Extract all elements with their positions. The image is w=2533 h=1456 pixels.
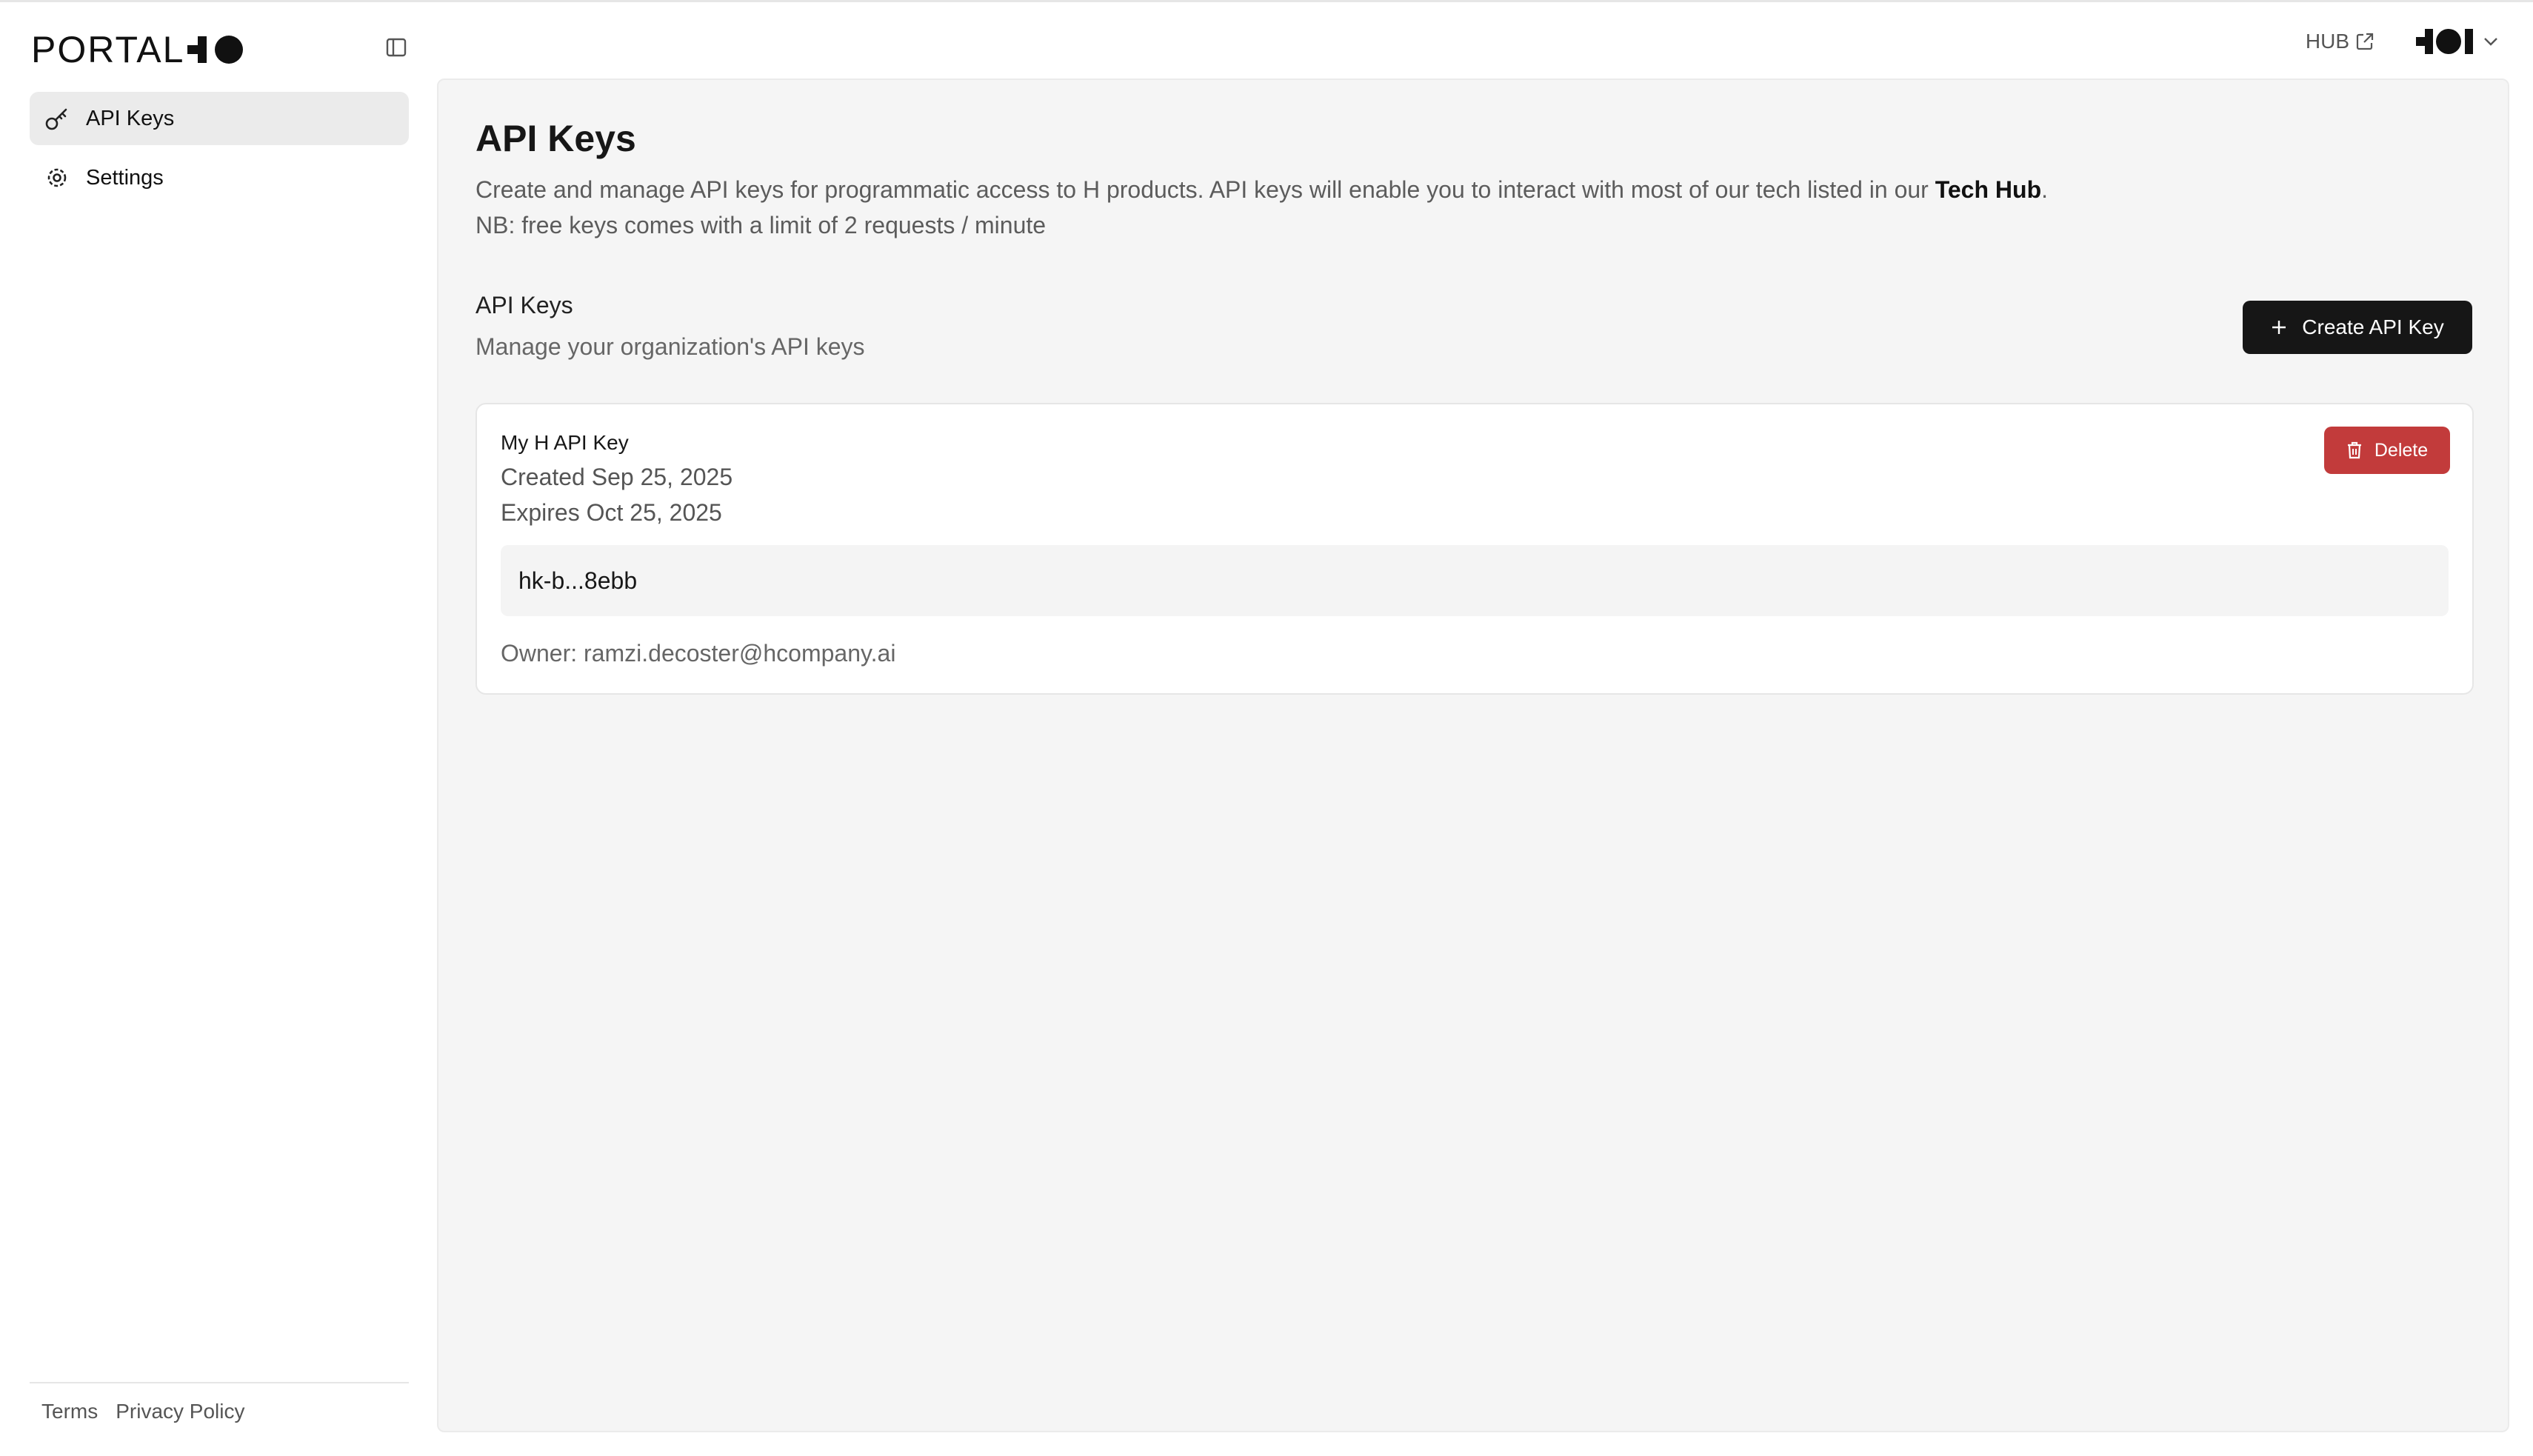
external-link-icon — [2356, 33, 2374, 50]
create-api-key-button[interactable]: Create API Key — [2243, 301, 2472, 354]
brand-wordmark: PORTAL — [31, 29, 185, 70]
api-key-masked-value: hk-b...8ebb — [518, 567, 638, 594]
hub-link[interactable]: HUB — [2306, 30, 2375, 53]
delete-label: Delete — [2374, 439, 2429, 461]
gear-icon — [43, 164, 71, 192]
h-logo-icon — [187, 36, 244, 64]
description-suffix: . — [2041, 176, 2048, 203]
api-key-owner: Owner: ramzi.decoster@hcompany.ai — [501, 640, 896, 667]
h-company-logo-icon — [2416, 29, 2473, 54]
delete-api-key-button[interactable]: Delete — [2324, 427, 2450, 474]
api-key-created-date: Created Sep 25, 2025 — [501, 464, 733, 490]
api-key-expiry-date: Expires Oct 25, 2025 — [501, 499, 722, 526]
page-description: Create and manage API keys for programma… — [475, 172, 2475, 243]
api-key-card: My H API Key Created Sep 25, 2025 Expire… — [475, 403, 2474, 695]
sidebar-panel-icon — [386, 38, 407, 57]
brand-logo[interactable]: PORTAL — [31, 30, 245, 70]
api-key-name: My H API Key — [501, 431, 629, 454]
api-key-value[interactable]: hk-b...8ebb — [501, 545, 2449, 616]
hub-label: HUB — [2305, 30, 2349, 53]
section-title: API Keys — [475, 292, 573, 318]
sidebar-nav: API Keys Settings — [30, 92, 409, 210]
sidebar-item-label: API Keys — [86, 106, 175, 130]
description-text: Create and manage API keys for programma… — [475, 176, 1935, 203]
rate-limit-note: NB: free keys comes with a limit of 2 re… — [475, 212, 1047, 238]
sidebar-item-settings[interactable]: Settings — [30, 151, 409, 204]
sidebar-toggle-button[interactable] — [379, 33, 413, 62]
create-api-key-label: Create API Key — [2302, 315, 2444, 338]
sidebar-item-api-keys[interactable]: API Keys — [30, 92, 409, 145]
page-title: API Keys — [475, 118, 636, 159]
top-header: HUB — [2306, 22, 2499, 61]
tech-hub-link[interactable]: Tech Hub — [1935, 176, 2041, 203]
key-icon — [43, 104, 71, 133]
section-subtitle: Manage your organization's API keys — [475, 333, 865, 360]
organization-switcher[interactable] — [2416, 28, 2499, 55]
sidebar-footer: Terms Privacy Policy — [30, 1382, 409, 1423]
privacy-policy-link[interactable]: Privacy Policy — [116, 1400, 244, 1423]
sidebar-item-label: Settings — [86, 165, 164, 190]
chevron-down-icon — [2484, 38, 2497, 46]
sidebar: PORTAL API Keys Settings Terms Privacy P… — [0, 0, 437, 1456]
plus-icon — [2272, 321, 2286, 334]
main-panel: API Keys Create and manage API keys for … — [437, 79, 2509, 1432]
trash-icon — [2347, 441, 2361, 459]
terms-link[interactable]: Terms — [41, 1400, 98, 1423]
